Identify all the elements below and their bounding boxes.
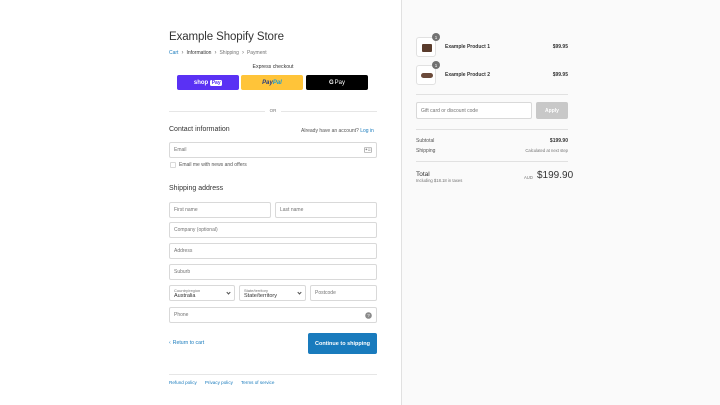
footer-links: Refund policy Privacy policy Terms of se… xyxy=(169,380,274,385)
state-value: State/territory xyxy=(244,292,278,299)
total-label: Total xyxy=(416,171,430,178)
quantity-badge: 1 xyxy=(432,33,440,41)
shipping-address-heading: Shipping address xyxy=(169,185,224,192)
company-field[interactable]: Company (optional) xyxy=(169,222,377,238)
postcode-field[interactable]: Postcode xyxy=(310,285,377,301)
svg-text:?: ? xyxy=(367,313,370,318)
shop-pay-logo-text: shop xyxy=(193,79,209,86)
last-name-field[interactable]: Last name xyxy=(275,202,377,218)
postcode-placeholder: Postcode xyxy=(315,290,336,296)
refund-policy-link[interactable]: Refund policy xyxy=(169,380,197,385)
line-item: 1 Example Product 2 $99.95 xyxy=(416,61,568,85)
breadcrumb-payment: Payment xyxy=(246,50,267,56)
checkout-main: Example Shopify Store Cart › Information… xyxy=(0,0,401,405)
breadcrumb-information: Information xyxy=(186,50,212,56)
shipping-value: Calculated at next step xyxy=(525,148,568,153)
continue-to-shipping-button[interactable]: Continue to shipping xyxy=(308,333,377,354)
shop-pay-logo-pay: Pay xyxy=(210,79,223,86)
phone-field[interactable]: Phone ? xyxy=(169,307,377,323)
chevron-left-icon: ‹ xyxy=(169,340,171,346)
summary-divider xyxy=(416,129,568,130)
chevron-down-icon xyxy=(226,290,231,295)
subtotal-value: $199.90 xyxy=(549,138,568,144)
chevron-right-icon: › xyxy=(214,50,217,56)
email-field[interactable]: Email xyxy=(169,142,377,158)
newsletter-label: Email me with news and offers xyxy=(179,162,247,168)
discount-code-input[interactable]: Gift card or discount code xyxy=(416,102,532,119)
contact-heading: Contact information xyxy=(169,126,230,133)
subtotal-label: Subtotal xyxy=(416,138,435,144)
shop-pay-button[interactable]: shop Pay xyxy=(177,75,239,90)
chevron-right-icon: › xyxy=(241,50,244,56)
breadcrumb: Cart › Information › Shipping › Payment xyxy=(169,50,267,56)
google-pay-label: Pay xyxy=(334,79,345,86)
last-name-placeholder: Last name xyxy=(280,207,304,213)
product-price: $99.95 xyxy=(552,72,568,78)
chevron-down-icon xyxy=(297,290,302,295)
express-checkout-label: Express checkout xyxy=(252,64,294,70)
first-name-placeholder: First name xyxy=(174,207,198,213)
product-name: Example Product 2 xyxy=(445,72,491,78)
tax-note: Including $18.18 in taxes xyxy=(416,178,463,183)
company-placeholder: Company (optional) xyxy=(174,227,218,233)
store-title: Example Shopify Store xyxy=(169,31,284,43)
return-to-cart-label: Return to cart xyxy=(172,340,205,346)
or-divider: OR xyxy=(169,108,377,114)
newsletter-checkbox[interactable] xyxy=(170,162,176,168)
shipping-label: Shipping xyxy=(416,148,436,154)
privacy-policy-link[interactable]: Privacy policy xyxy=(205,380,233,385)
product-name: Example Product 1 xyxy=(445,44,491,50)
return-to-cart-link[interactable]: ‹ Return to cart xyxy=(169,340,204,346)
quantity-badge: 1 xyxy=(432,61,440,69)
country-value: Australia xyxy=(174,292,196,299)
suburb-field[interactable]: Suburb xyxy=(169,264,377,280)
order-summary-panel xyxy=(401,0,720,405)
address-placeholder: Address xyxy=(174,248,193,254)
suburb-placeholder: Suburb xyxy=(174,269,191,275)
account-prompt: Already have an account? Log in xyxy=(301,128,374,134)
paypal-logo-pal: Pal xyxy=(272,79,282,86)
paypal-logo-pay: Pay xyxy=(262,79,273,86)
line-item: 1 Example Product 1 $99.95 xyxy=(416,33,568,57)
chevron-right-icon: › xyxy=(181,50,184,56)
email-placeholder: Email xyxy=(174,147,187,153)
address-field[interactable]: Address xyxy=(169,243,377,259)
discount-placeholder: Gift card or discount code xyxy=(421,107,478,114)
breadcrumb-cart[interactable]: Cart xyxy=(169,50,178,56)
terms-of-service-link[interactable]: Terms of service xyxy=(241,380,274,385)
help-icon[interactable]: ? xyxy=(365,312,372,321)
contact-card-icon xyxy=(364,147,372,155)
google-pay-button[interactable]: G Pay xyxy=(306,75,368,90)
google-g-icon: G xyxy=(328,79,334,86)
summary-divider xyxy=(416,161,568,162)
phone-placeholder: Phone xyxy=(174,312,189,318)
summary-divider xyxy=(416,94,568,95)
state-select[interactable]: State/territory State/territory xyxy=(239,285,306,301)
account-prompt-text: Already have an account? xyxy=(301,128,359,134)
country-select[interactable]: Country/region Australia xyxy=(169,285,235,301)
apply-discount-button[interactable]: Apply xyxy=(536,102,568,119)
login-link[interactable]: Log in xyxy=(360,128,374,134)
currency-code: AUD xyxy=(524,175,533,180)
paypal-button[interactable]: Pay Pal xyxy=(241,75,303,90)
product-price: $99.95 xyxy=(552,44,568,50)
total-value: $199.90 xyxy=(537,170,574,181)
footer-divider xyxy=(169,374,377,375)
first-name-field[interactable]: First name xyxy=(169,202,271,218)
breadcrumb-shipping: Shipping xyxy=(219,50,239,56)
